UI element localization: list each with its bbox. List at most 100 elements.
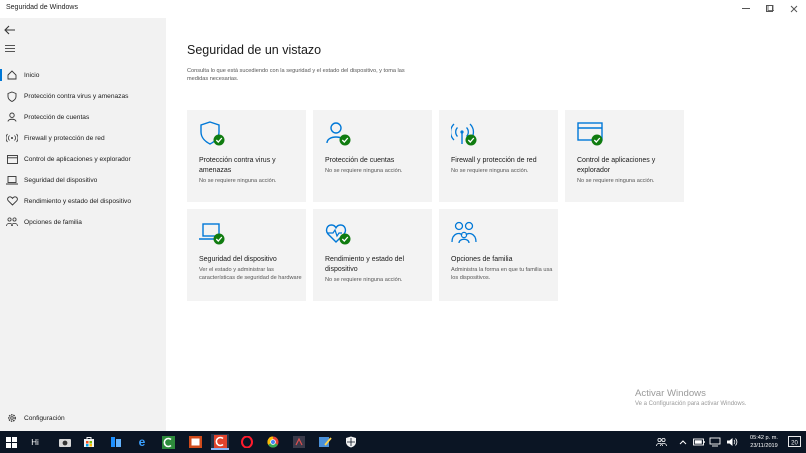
taskbar: Hi e 05:42 p. m. 23/11/2019 20	[0, 431, 806, 453]
title-bar: Seguridad de Windows	[0, 0, 806, 18]
taskbar-app-unknown[interactable]	[290, 434, 308, 450]
sidebar-item-label: Rendimiento y estado del dispositivo	[24, 197, 132, 205]
shield-icon	[346, 436, 356, 448]
chrome-icon	[267, 436, 279, 448]
heart-icon	[4, 196, 20, 206]
wifi-antenna-icon	[4, 133, 20, 143]
minimize-button[interactable]	[734, 0, 758, 18]
camtasia-icon	[161, 435, 175, 449]
family-icon	[4, 217, 20, 227]
tile-title: Control de aplicaciones y explorador	[577, 157, 656, 174]
system-clock[interactable]: 05:42 p. m. 23/11/2019	[744, 434, 784, 450]
volume-button[interactable]	[723, 434, 741, 450]
sidebar-item-device-performance[interactable]: Rendimiento y estado del dispositivo	[0, 192, 166, 210]
tile-status: Ver el estado y administrar las caracter…	[199, 267, 302, 281]
sidebar-item-virus-protection[interactable]: Protección contra virus y amenazas	[0, 87, 166, 105]
edge-icon: e	[138, 435, 146, 449]
tile-virus-protection[interactable]: Protección contra virus y amenazas No se…	[187, 110, 306, 202]
sidebar-item-label: Protección de cuentas	[24, 113, 90, 121]
sidebar-item-label: Seguridad del dispositivo	[24, 176, 98, 184]
menu-button[interactable]	[5, 45, 15, 53]
close-icon	[790, 5, 798, 13]
minimize-icon	[742, 8, 750, 9]
gear-icon	[4, 413, 20, 423]
tile-title: Protección contra virus y amenazas	[199, 157, 276, 174]
tile-title: Opciones de familia	[451, 256, 513, 263]
tile-device-security[interactable]: Seguridad del dispositivo Ver el estado …	[187, 209, 306, 301]
main-content: Seguridad de un vistazo Consulta lo que …	[166, 18, 806, 431]
sidebar-item-app-browser-control[interactable]: Control de aplicaciones y explorador	[0, 150, 166, 168]
shield-icon	[4, 91, 20, 102]
start-button[interactable]	[2, 434, 20, 450]
people-button[interactable]	[652, 434, 670, 450]
taskbar-app-chrome[interactable]	[264, 434, 282, 450]
person-check-icon	[325, 121, 353, 147]
tile-account-protection[interactable]: Protección de cuentas No se requiere nin…	[313, 110, 432, 202]
sidebar-item-account-protection[interactable]: Protección de cuentas	[0, 108, 166, 126]
network-button[interactable]	[706, 434, 724, 450]
sidebar-item-firewall[interactable]: Firewall y protección de red	[0, 129, 166, 147]
sidebar-item-label: Opciones de familia	[24, 218, 82, 226]
sidebar-item-device-security[interactable]: Seguridad del dispositivo	[0, 171, 166, 189]
clock-time: 05:42 p. m.	[750, 435, 778, 441]
windows-logo-icon	[5, 436, 17, 448]
activation-watermark: Activar Windows Ve a Configuración para …	[635, 388, 746, 407]
taskbar-app-windows-security[interactable]	[342, 434, 360, 450]
people-icon	[655, 437, 667, 447]
maximize-button[interactable]	[758, 0, 782, 18]
sidebar: Inicio Protección contra virus y amenaza…	[0, 18, 166, 431]
laptop-check-icon	[199, 220, 227, 246]
taskbar-app-files[interactable]	[107, 434, 125, 450]
network-icon	[709, 437, 721, 447]
battery-icon	[693, 438, 705, 446]
store-bag-icon	[84, 437, 94, 447]
clock-date: 23/11/2019	[750, 443, 778, 449]
close-button[interactable]	[782, 0, 806, 18]
heart-check-icon	[325, 220, 353, 246]
taskbar-app-presentation[interactable]	[186, 434, 204, 450]
tile-app-browser-control[interactable]: Control de aplicaciones y explorador No …	[565, 110, 684, 202]
home-icon	[4, 70, 20, 80]
tile-firewall[interactable]: Firewall y protección de red No se requi…	[439, 110, 558, 202]
sidebar-item-home[interactable]: Inicio	[0, 66, 166, 84]
window-title: Seguridad de Windows	[6, 4, 78, 11]
sidebar-item-label: Inicio	[24, 71, 40, 79]
chevron-up-icon	[679, 440, 687, 445]
tile-status: No se requiere ninguna acción.	[325, 168, 403, 174]
search-button[interactable]: Hi	[26, 434, 44, 450]
arrow-left-icon	[4, 25, 15, 35]
taskbar-app-editor[interactable]	[316, 434, 334, 450]
watermark-text: Ve a Configuración para activar Windows.	[635, 401, 747, 407]
presentation-icon	[188, 436, 202, 448]
tile-title: Firewall y protección de red	[451, 157, 537, 164]
app-icon	[293, 436, 305, 448]
watermark-title: Activar Windows	[635, 388, 706, 399]
taskbar-app-edge[interactable]: e	[133, 434, 151, 450]
page-subtitle: Consulta lo que está sucediendo con la s…	[187, 68, 405, 82]
taskbar-app-opera[interactable]	[238, 434, 256, 450]
sidebar-item-label: Control de aplicaciones y explorador	[24, 155, 131, 163]
browser-check-icon	[577, 121, 605, 147]
page-title: Seguridad de un vistazo	[187, 43, 322, 57]
person-icon	[4, 112, 20, 122]
tile-title: Protección de cuentas	[325, 157, 395, 164]
files-icon	[111, 437, 121, 447]
tile-status: No se requiere ninguna acción.	[199, 178, 277, 184]
sidebar-item-family-options[interactable]: Opciones de familia	[0, 213, 166, 231]
action-center-button[interactable]: 20	[786, 434, 804, 450]
opera-icon	[241, 436, 253, 448]
tile-status: Administra la forma en que tu familia us…	[451, 267, 553, 281]
notification-icon: 20	[788, 435, 801, 447]
taskbar-app-camtasia[interactable]	[159, 434, 177, 450]
sidebar-item-settings[interactable]: Configuración	[0, 409, 166, 427]
antenna-check-icon	[449, 121, 479, 147]
taskbar-app-store[interactable]	[80, 434, 98, 450]
tile-title: Seguridad del dispositivo	[199, 256, 277, 263]
shield-check-icon	[199, 121, 227, 147]
taskbar-app-recorder[interactable]	[211, 434, 229, 450]
taskbar-app-camera[interactable]	[56, 434, 74, 450]
tile-family-options[interactable]: Opciones de familia Administra la forma …	[439, 209, 558, 301]
tile-device-performance[interactable]: Rendimiento y estado del dispositivo No …	[313, 209, 432, 301]
tile-status: No se requiere ninguna acción.	[325, 277, 403, 283]
back-button[interactable]	[4, 22, 18, 35]
